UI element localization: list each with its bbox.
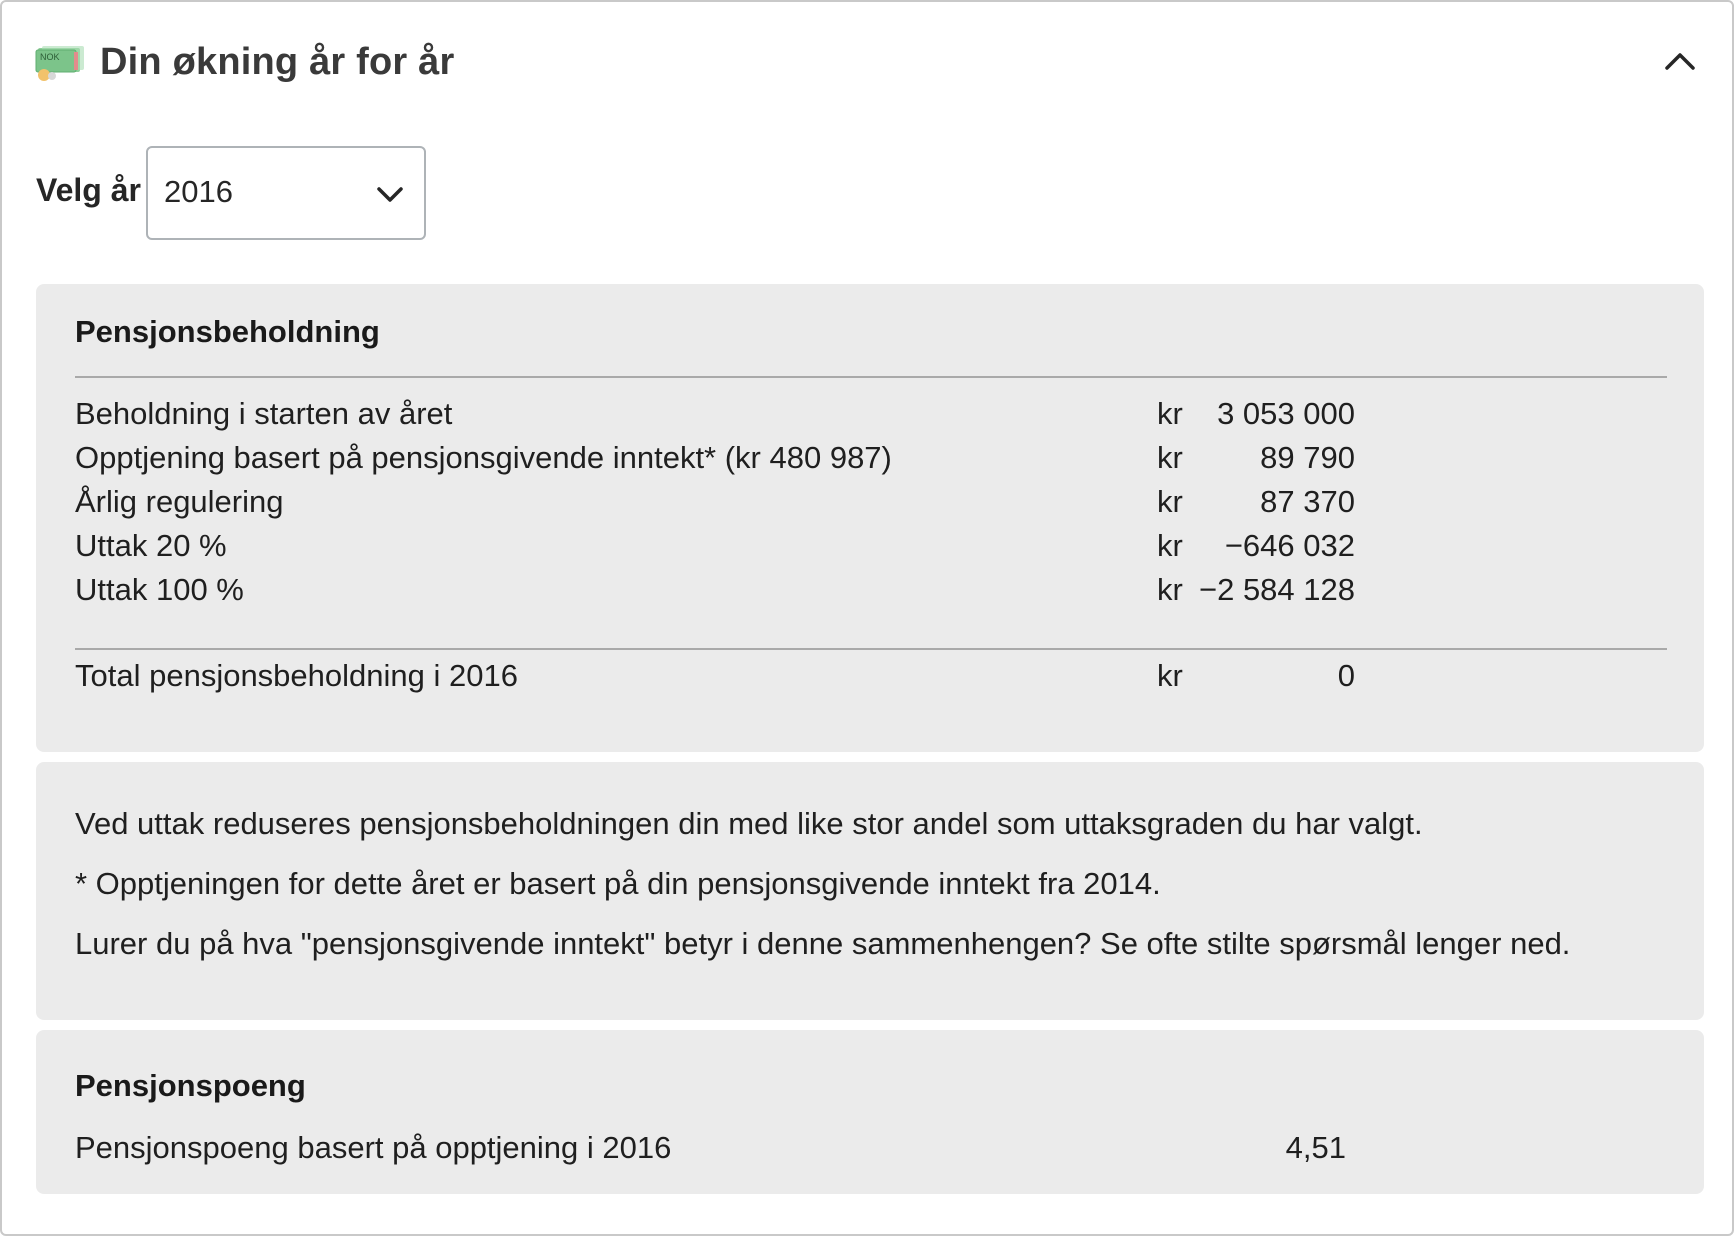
- year-select-label: Velg år: [36, 172, 141, 208]
- currency-label: kr: [1157, 658, 1183, 693]
- currency-label: kr: [1157, 484, 1183, 519]
- balance-row-label: Årlig regulering: [75, 484, 284, 519]
- info-text: Ved uttak reduseres pensjonsbeholdningen…: [75, 806, 1423, 841]
- balance-row-amount: 87 370: [1260, 484, 1355, 519]
- pension-points-card: Pensjonspoeng Pensjonspoeng basert på op…: [36, 1030, 1704, 1194]
- currency-label: kr: [1157, 528, 1183, 563]
- total-row-label: Total pensjonsbeholdning i 2016: [75, 658, 518, 693]
- pension-points-row: Pensjonspoeng basert på opptjening i 201…: [75, 1126, 1355, 1170]
- panel-header[interactable]: NOK Din økning år for år: [34, 32, 1704, 92]
- currency-label: kr: [1157, 396, 1183, 431]
- info-card: Ved uttak reduseres pensjonsbeholdningen…: [36, 762, 1704, 1020]
- divider: [75, 648, 1667, 650]
- balance-row-label: Beholdning i starten av året: [75, 396, 453, 431]
- balance-row-label: Uttak 100 %: [75, 572, 244, 607]
- year-by-year-panel: NOK Din økning år for år Velg år 2016 Pe…: [0, 0, 1734, 1236]
- balance-row-amount: −2 584 128: [1198, 572, 1355, 607]
- nok-money-icon: NOK: [35, 46, 84, 81]
- year-select[interactable]: 2016: [146, 146, 426, 240]
- balance-row-amount: 89 790: [1260, 440, 1355, 475]
- balance-row-amount: 3 053 000: [1217, 396, 1355, 431]
- panel-title: Din økning år for år: [100, 41, 455, 83]
- total-row: Total pensjonsbeholdning i 2016 kr 0: [75, 654, 1355, 698]
- currency-label: kr: [1157, 572, 1183, 607]
- balance-row: Uttak 20 % kr −646 032: [75, 524, 1355, 568]
- balance-row: Beholdning i starten av året kr 3 053 00…: [75, 392, 1355, 436]
- balance-row: Uttak 100 % kr −2 584 128: [75, 568, 1355, 612]
- year-select-value: 2016: [164, 174, 233, 209]
- balance-row: Årlig regulering kr 87 370: [75, 480, 1355, 524]
- balance-row-label: Uttak 20 %: [75, 528, 227, 563]
- chevron-up-icon[interactable]: [1658, 40, 1702, 84]
- total-row-amount: 0: [1337, 658, 1355, 693]
- divider: [75, 376, 1667, 378]
- info-text: * Opptjeningen for dette året er basert …: [75, 866, 1161, 901]
- balance-row-label: Opptjening basert på pensjonsgivende inn…: [75, 440, 892, 475]
- pension-points-heading: Pensjonspoeng: [75, 1068, 306, 1103]
- pension-balance-heading: Pensjonsbeholdning: [75, 314, 380, 349]
- pension-points-label: Pensjonspoeng basert på opptjening i 201…: [75, 1130, 672, 1165]
- svg-text:NOK: NOK: [40, 52, 60, 62]
- balance-row-amount: −646 032: [1224, 528, 1355, 563]
- pension-balance-card: Pensjonsbeholdning Beholdning i starten …: [36, 284, 1704, 752]
- currency-label: kr: [1157, 440, 1183, 475]
- info-text: Lurer du på hva "pensjonsgivende inntekt…: [75, 926, 1571, 961]
- chevron-down-icon: [377, 187, 403, 202]
- balance-row: Opptjening basert på pensjonsgivende inn…: [75, 436, 1355, 480]
- pension-points-value: 4,51: [1285, 1130, 1346, 1165]
